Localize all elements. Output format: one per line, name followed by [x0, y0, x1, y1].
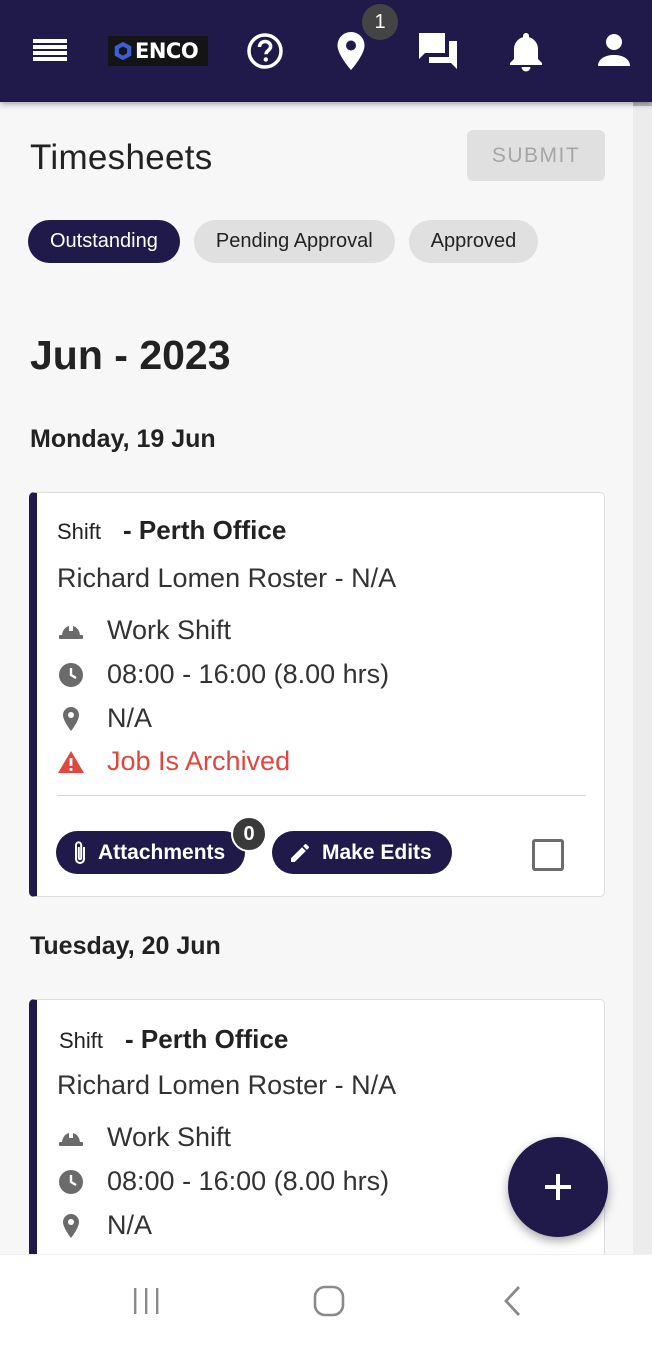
location-pin-icon[interactable] — [334, 30, 368, 72]
recent-apps-icon[interactable] — [128, 1283, 164, 1319]
hard-hat-icon — [57, 617, 85, 645]
cube-logo-icon — [114, 41, 132, 61]
job-archived-warning: Job Is Archived — [107, 746, 291, 776]
location-badge: 1 — [362, 4, 398, 40]
shift-time: 08:00 - 16:00 (8.00 hrs) — [107, 659, 390, 689]
chat-icon[interactable] — [416, 30, 460, 72]
place-row: N/A — [57, 703, 152, 734]
shift-location: - Perth Office — [123, 515, 287, 545]
logo-text: ENCO — [135, 39, 199, 63]
shift-place: N/A — [107, 1210, 153, 1240]
location-pin-icon — [57, 1212, 85, 1240]
scrollbar-track[interactable] — [633, 102, 652, 1254]
shift-title: Shift - Perth Office — [59, 1024, 288, 1055]
timesheet-card[interactable]: Shift - Perth Office Richard Lomen Roste… — [29, 492, 605, 897]
day-heading: Monday, 19 Jun — [30, 425, 216, 453]
user-icon[interactable] — [594, 30, 634, 70]
location-pin-icon — [57, 705, 85, 733]
home-icon[interactable] — [311, 1283, 347, 1319]
shift-label: Shift — [57, 519, 102, 544]
attachments-label: Attachments — [98, 840, 226, 864]
shift-type: Work Shift — [107, 615, 232, 645]
shift-label: Shift — [59, 1028, 104, 1053]
select-checkbox[interactable] — [532, 839, 564, 871]
page-title: Timesheets — [30, 138, 213, 177]
roster-name: Richard Lomen Roster - N/A — [57, 1070, 397, 1100]
shift-type-row: Work Shift — [57, 1122, 231, 1153]
attachments-button[interactable]: Attachments — [56, 831, 246, 874]
shift-type: Work Shift — [107, 1122, 232, 1152]
menu-icon[interactable] — [30, 36, 70, 66]
clock-icon — [57, 661, 85, 689]
paperclip-icon — [75, 840, 85, 864]
make-edits-button[interactable]: Make Edits — [272, 831, 452, 874]
time-row: 08:00 - 16:00 (8.00 hrs) — [57, 1166, 389, 1197]
back-icon[interactable] — [494, 1283, 530, 1319]
shift-title: Shift - Perth Office — [57, 515, 286, 546]
add-timesheet-button[interactable] — [508, 1137, 608, 1237]
shift-type-row: Work Shift — [57, 615, 231, 646]
clock-icon — [57, 1168, 85, 1196]
shift-location: - Perth Office — [125, 1024, 289, 1054]
warning-row: Job Is Archived — [57, 746, 290, 777]
bell-icon[interactable] — [506, 28, 546, 74]
shift-place: N/A — [107, 703, 153, 733]
attachments-count-badge: 0 — [231, 816, 267, 852]
shift-time: 08:00 - 16:00 (8.00 hrs) — [107, 1166, 390, 1196]
plus-icon — [545, 1174, 571, 1200]
scrollbar-thumb[interactable] — [633, 102, 652, 106]
hard-hat-icon — [57, 1124, 85, 1152]
enco-logo[interactable]: ENCO — [108, 36, 208, 66]
pencil-icon — [291, 843, 309, 862]
tab-pending-approval[interactable]: Pending Approval — [193, 220, 395, 263]
submit-button[interactable]: SUBMIT — [467, 130, 605, 181]
roster-name: Richard Lomen Roster - N/A — [57, 563, 397, 593]
tab-approved[interactable]: Approved — [408, 220, 539, 263]
day-heading: Tuesday, 20 Jun — [30, 932, 221, 960]
help-icon[interactable] — [244, 30, 286, 72]
system-nav-bar — [0, 1254, 652, 1354]
app-bar: ENCO 1 — [0, 0, 652, 102]
month-heading: Jun - 2023 — [30, 332, 231, 378]
tab-outstanding[interactable]: Outstanding — [28, 220, 180, 263]
card-divider — [57, 795, 586, 796]
status-tabs: Outstanding Pending Approval Approved — [28, 220, 539, 263]
warning-icon — [57, 748, 85, 776]
make-edits-label: Make Edits — [322, 840, 432, 864]
time-row: 08:00 - 16:00 (8.00 hrs) — [57, 659, 389, 690]
place-row: N/A — [57, 1210, 152, 1241]
